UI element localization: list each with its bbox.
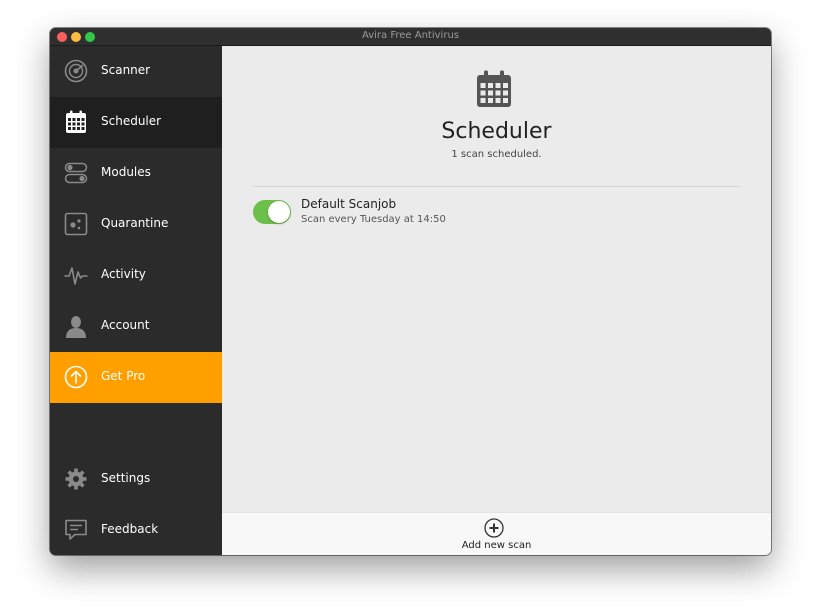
- sidebar-item-label: Account: [101, 318, 150, 332]
- divider: [253, 186, 740, 187]
- plus-circle-icon[interactable]: [484, 518, 504, 538]
- main-content: Scheduler 1 scan scheduled. Default Scan…: [222, 46, 771, 555]
- sidebar-item-settings[interactable]: Settings: [50, 454, 222, 505]
- quarantine-icon: [63, 211, 89, 237]
- sidebar-item-label: Feedback: [101, 522, 159, 536]
- sidebar-item-get-pro[interactable]: Get Pro: [50, 352, 222, 403]
- pulse-icon: [63, 262, 89, 288]
- sidebar-item-feedback[interactable]: Feedback: [50, 505, 222, 555]
- sidebar-item-label: Quarantine: [101, 216, 169, 230]
- arrow-up-circle-icon: [63, 364, 89, 390]
- footer-bar: Add new scan: [222, 512, 771, 555]
- sidebar-item-label: Scanner: [101, 63, 151, 77]
- sidebar-item-modules[interactable]: Modules: [50, 148, 222, 199]
- app-window: Avira Free Antivirus Scanner Scheduler M…: [50, 28, 771, 555]
- sidebar-item-account[interactable]: Account: [50, 301, 222, 352]
- scanjob-toggle[interactable]: [253, 200, 291, 224]
- feedback-icon: [63, 517, 89, 543]
- title-bar: Avira Free Antivirus: [50, 28, 771, 46]
- sidebar-item-scanner[interactable]: Scanner: [50, 46, 222, 97]
- sidebar-item-quarantine[interactable]: Quarantine: [50, 199, 222, 250]
- sidebar-item-label: Activity: [101, 267, 146, 281]
- page-subtitle: 1 scan scheduled.: [451, 149, 542, 160]
- sidebar-item-label: Get Pro: [101, 369, 146, 383]
- window-title: Avira Free Antivirus: [361, 30, 459, 41]
- gear-icon: [63, 466, 89, 492]
- sidebar-item-label: Modules: [101, 165, 151, 179]
- calendar-icon: [476, 70, 512, 108]
- sidebar-item-label: Scheduler: [101, 114, 162, 128]
- user-icon: [63, 313, 89, 339]
- sidebar-item-label: Settings: [101, 471, 151, 485]
- sidebar: Scanner Scheduler Modules Quarantine Act…: [50, 46, 222, 555]
- scanjob-name[interactable]: Default Scanjob: [301, 197, 396, 211]
- sidebar-item-scheduler[interactable]: Scheduler: [50, 97, 222, 148]
- calendar-icon: [63, 109, 89, 135]
- scanjob-description: Scan every Tuesday at 14:50: [301, 214, 446, 225]
- toggles-icon: [63, 160, 89, 186]
- toggle-knob: [268, 201, 290, 223]
- sidebar-item-activity[interactable]: Activity: [50, 250, 222, 301]
- radar-icon: [63, 58, 89, 84]
- add-new-scan-button[interactable]: Add new scan: [222, 540, 771, 551]
- page-title: Scheduler: [441, 119, 552, 144]
